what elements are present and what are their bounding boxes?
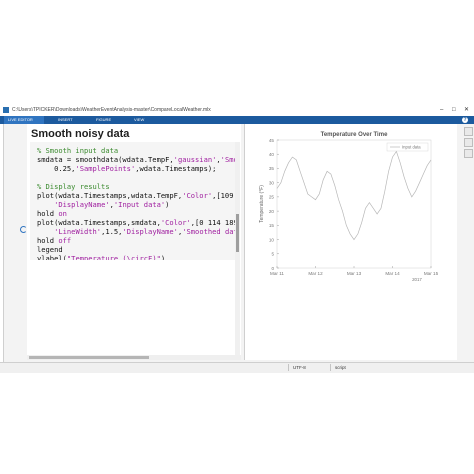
- title-bar: C:\Users\TPICKER\Downloads\WeatherEventA…: [0, 104, 474, 116]
- code-token: ,wdata.Timestamps);: [135, 164, 217, 173]
- help-icon[interactable]: ?: [462, 117, 468, 123]
- x-year-label: 2017: [412, 277, 422, 282]
- code-token: plot(wdata.Timestamps,wdata.TempF,: [37, 191, 183, 200]
- code-token: 'LineWidth': [54, 227, 102, 236]
- figure-icon[interactable]: [464, 127, 473, 136]
- matlab-app-icon: [3, 107, 9, 113]
- y-tick-label: 20: [269, 209, 275, 214]
- x-tick-label: Mar 14: [385, 271, 400, 276]
- code-token: ): [165, 200, 170, 209]
- code-line[interactable]: plot(wdata.Timestamps,wdata.TempF,'Color…: [37, 191, 236, 200]
- code-block[interactable]: % Smooth input data smdata = smoothdata(w…: [30, 142, 236, 260]
- code-token: 'Color': [160, 218, 191, 227]
- y-tick-label: 35: [269, 166, 275, 171]
- tab-view[interactable]: VIEW: [134, 116, 144, 124]
- code-token: "Temperature (\circF)": [66, 254, 161, 260]
- code-token: 'gaussian': [173, 155, 217, 164]
- plot-area: [276, 139, 432, 269]
- code-line[interactable]: 0.25,'SamplePoints',wdata.Timestamps);: [37, 164, 216, 173]
- close-button[interactable]: ✕: [464, 104, 469, 116]
- code-token: ,[0 114 189]/255,..: [190, 218, 236, 227]
- x-tick-label: Mar 11: [270, 271, 284, 276]
- code-token: legend: [37, 245, 63, 254]
- code-line[interactable]: % Display results: [37, 182, 110, 191]
- code-token: hold: [37, 236, 59, 245]
- y-tick-label: 5: [271, 252, 274, 257]
- code-token: hold: [37, 209, 59, 218]
- code-token: on: [58, 209, 67, 218]
- code-token: ,1.5,: [101, 227, 123, 236]
- code-line[interactable]: hold on: [37, 209, 67, 218]
- code-line[interactable]: 'LineWidth',1.5,'DisplayName','Smoothed …: [37, 227, 236, 236]
- temperature-chart: Temperature Over Time051015202530354045M…: [255, 128, 441, 286]
- y-tick-label: 40: [269, 152, 275, 157]
- editor-gutter: [17, 124, 27, 360]
- status-bar: UTF-8 script: [0, 362, 474, 373]
- code-line[interactable]: smdata = smoothdata(wdata.TempF,'gaussia…: [37, 155, 236, 164]
- code-token: smdata = smoothdata(wdata.TempF,: [37, 155, 174, 164]
- code-line[interactable]: legend: [37, 245, 63, 254]
- export-icon[interactable]: [464, 149, 473, 158]
- legend-entry: Input data: [402, 145, 421, 150]
- editor-vertical-scroll-thumb[interactable]: [236, 214, 239, 252]
- tab-live-editor[interactable]: LIVE EDITOR: [4, 116, 44, 124]
- y-tick-label: 45: [269, 138, 275, 143]
- left-panel-edge: [0, 124, 4, 362]
- x-tick-label: Mar 15: [424, 271, 439, 276]
- x-tick-label: Mar 13: [347, 271, 362, 276]
- zoom-icon[interactable]: [464, 138, 473, 147]
- maximize-button[interactable]: □: [452, 104, 456, 116]
- code-token: ): [160, 254, 166, 260]
- code-token: 'SmoothingFac: [220, 155, 236, 164]
- tab-figure[interactable]: FIGURE: [96, 116, 111, 124]
- status-encoding: UTF-8: [293, 365, 306, 370]
- code-token: 'Smoothed data': [182, 227, 236, 236]
- code-line[interactable]: plot(wdata.Timestamps,smdata,'Color',[0 …: [37, 218, 236, 227]
- code-line[interactable]: 'DisplayName','Input data'): [37, 200, 169, 209]
- code-token: 0.25,: [37, 164, 76, 173]
- code-token: 'DisplayName': [54, 200, 110, 209]
- editor-horizontal-scroll-thumb[interactable]: [29, 356, 149, 359]
- code-line[interactable]: hold off: [37, 236, 71, 245]
- run-indicator-icon: [20, 226, 27, 233]
- tab-insert[interactable]: INSERT: [58, 116, 73, 124]
- status-mode: script: [335, 365, 346, 370]
- file-path: C:\Users\TPICKER\Downloads\WeatherEventA…: [12, 107, 211, 113]
- y-tick-label: 15: [269, 223, 275, 228]
- code-token: plot(wdata.Timestamps,smdata,: [37, 218, 161, 227]
- x-tick-label: Mar 12: [308, 271, 323, 276]
- y-tick-label: 25: [269, 195, 275, 200]
- code-token: ylabel(: [37, 254, 67, 260]
- code-token: % Smooth input data: [37, 146, 119, 155]
- code-line[interactable]: % Smooth input data: [37, 146, 118, 155]
- y-axis-label: Temperature (°F): [259, 185, 265, 223]
- chart-title: Temperature Over Time: [321, 132, 388, 138]
- code-token: 'SamplePoints': [75, 164, 136, 173]
- section-heading: Smooth noisy data: [31, 128, 130, 140]
- minimize-button[interactable]: –: [440, 104, 443, 116]
- code-line[interactable]: ylabel("Temperature (\circF)"): [37, 254, 165, 260]
- y-tick-label: 30: [269, 180, 275, 185]
- y-tick-label: 10: [269, 237, 275, 242]
- ribbon-tabs: LIVE EDITOR INSERT FIGURE VIEW ?: [0, 116, 474, 124]
- code-token: off: [58, 236, 72, 245]
- code-token: 'Color': [182, 191, 213, 200]
- code-token: 'DisplayName': [122, 227, 178, 236]
- figure-toolbar: [462, 124, 474, 184]
- code-token: ,[109 185 226],: [212, 191, 234, 200]
- code-token: 'Input data': [113, 200, 166, 209]
- code-token: % Display results: [37, 182, 110, 191]
